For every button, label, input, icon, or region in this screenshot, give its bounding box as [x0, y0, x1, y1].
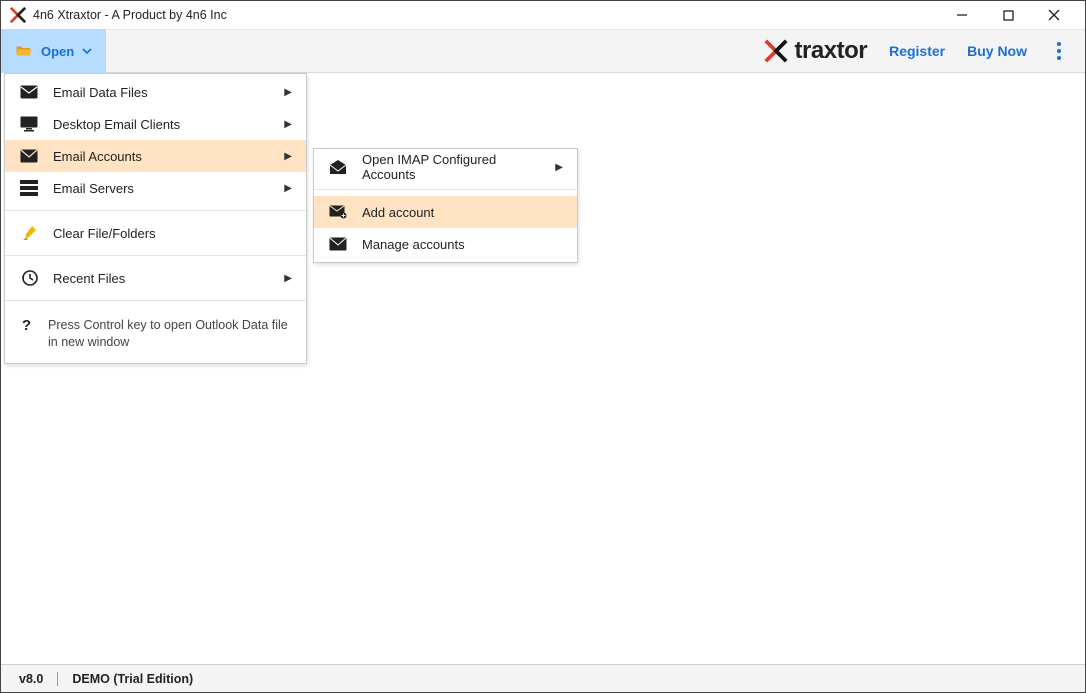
help-icon: ? — [19, 317, 34, 334]
status-bar: v8.0 DEMO (Trial Edition) — [1, 664, 1085, 692]
menu-item-email-accounts[interactable]: Email Accounts ▶ — [5, 140, 306, 172]
status-separator — [57, 672, 58, 686]
menu-item-label: Email Data Files — [53, 85, 270, 100]
submenu-item-label: Add account — [362, 205, 563, 220]
buy-now-button[interactable]: Buy Now — [967, 43, 1027, 59]
menu-divider — [314, 189, 577, 190]
version-label: v8.0 — [19, 672, 43, 686]
chevron-down-icon — [82, 46, 92, 56]
menu-item-label: Email Accounts — [53, 149, 270, 164]
server-icon — [19, 180, 39, 196]
toolbar: Open traxtor Register Buy Now — [1, 29, 1085, 73]
menu-item-label: Desktop Email Clients — [53, 117, 270, 132]
edition-label: DEMO (Trial Edition) — [72, 672, 193, 686]
mail-icon — [19, 85, 39, 99]
menu-item-desktop-clients[interactable]: Desktop Email Clients ▶ — [5, 108, 306, 140]
submenu-item-label: Open IMAP Configured Accounts — [362, 152, 541, 182]
brand-text: traxtor — [795, 37, 868, 65]
desktop-icon — [19, 116, 39, 132]
submenu-item-manage-accounts[interactable]: Manage accounts — [314, 228, 577, 260]
chevron-right-icon: ▶ — [555, 162, 563, 173]
mail-icon — [328, 237, 348, 251]
more-options-button[interactable] — [1049, 42, 1069, 60]
menu-item-label: Email Servers — [53, 181, 270, 196]
menu-divider — [5, 210, 306, 211]
chevron-right-icon: ▶ — [284, 183, 292, 194]
menu-divider — [5, 300, 306, 301]
chevron-right-icon: ▶ — [284, 273, 292, 284]
submenu-item-add-account[interactable]: Add account — [314, 196, 577, 228]
maximize-button[interactable] — [985, 1, 1031, 29]
window-title: 4n6 Xtraxtor - A Product by 4n6 Inc — [33, 8, 939, 22]
minimize-button[interactable] — [939, 1, 985, 29]
menu-item-clear-files[interactable]: Clear File/Folders — [5, 217, 306, 249]
register-button[interactable]: Register — [889, 43, 945, 59]
open-button[interactable]: Open — [1, 29, 106, 73]
menu-item-email-servers[interactable]: Email Servers ▶ — [5, 172, 306, 204]
open-label: Open — [41, 44, 74, 59]
menu-item-label: Clear File/Folders — [53, 226, 292, 241]
menu-tip: ? Press Control key to open Outlook Data… — [5, 307, 306, 361]
submenu-item-label: Manage accounts — [362, 237, 563, 252]
toolbar-right: traxtor Register Buy Now — [763, 37, 1085, 65]
folder-open-icon — [15, 42, 33, 60]
mail-add-icon — [328, 205, 348, 219]
broom-icon — [19, 224, 39, 242]
titlebar: 4n6 Xtraxtor - A Product by 4n6 Inc — [1, 1, 1085, 29]
menu-item-label: Recent Files — [53, 271, 270, 286]
window-controls — [939, 1, 1077, 29]
history-icon — [19, 269, 39, 287]
envelope-icon — [19, 149, 39, 163]
chevron-right-icon: ▶ — [284, 119, 292, 130]
menu-item-email-data-files[interactable]: Email Data Files ▶ — [5, 76, 306, 108]
menu-item-recent-files[interactable]: Recent Files ▶ — [5, 262, 306, 294]
open-menu: Email Data Files ▶ Desktop Email Clients… — [4, 73, 307, 364]
chevron-right-icon: ▶ — [284, 87, 292, 98]
chevron-right-icon: ▶ — [284, 151, 292, 162]
app-logo-icon — [9, 6, 27, 24]
brand-x-icon — [763, 38, 789, 64]
mail-open-icon — [328, 159, 348, 175]
menu-divider — [5, 255, 306, 256]
menu-tip-text: Press Control key to open Outlook Data f… — [48, 317, 292, 351]
submenu-item-open-imap[interactable]: Open IMAP Configured Accounts ▶ — [314, 151, 577, 183]
close-button[interactable] — [1031, 1, 1077, 29]
brand-logo: traxtor — [763, 37, 868, 65]
email-accounts-submenu: Open IMAP Configured Accounts ▶ Add acco… — [313, 148, 578, 263]
